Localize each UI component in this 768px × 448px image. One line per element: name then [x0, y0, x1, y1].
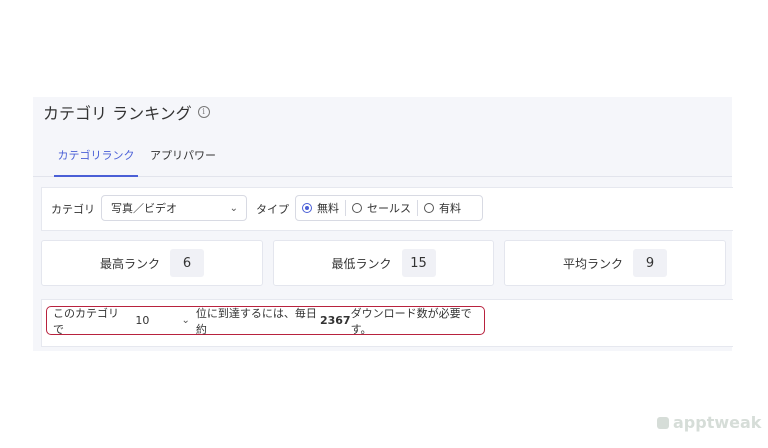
- lowest-rank-card: 最低ランク 15: [273, 240, 494, 286]
- rank-card-value: 15: [401, 249, 436, 277]
- info-icon[interactable]: i: [197, 106, 210, 118]
- filter-bar: カテゴリ 写真／ビデオ ⌄ タイプ 無料 セールス 有料: [41, 187, 733, 231]
- radio-icon[interactable]: [424, 203, 434, 213]
- tab-category-rank[interactable]: カテゴリランク: [54, 142, 138, 177]
- requirement-suffix: ダウンロード数が必要です。: [350, 306, 472, 336]
- page-title-text: カテゴリ ランキング: [43, 104, 192, 123]
- type-option-label: 有料: [439, 202, 461, 215]
- rank-card-value: 9: [633, 249, 667, 277]
- download-requirement-callout: このカテゴリで 10 ⌄ 位に到達するには、毎日約 2367 ダウンロード数が必…: [46, 306, 485, 336]
- category-select[interactable]: 写真／ビデオ ⌄: [101, 195, 247, 221]
- required-downloads: 2367: [319, 314, 351, 327]
- category-filter-label: カテゴリ: [51, 203, 95, 216]
- chevron-down-icon: ⌄: [229, 203, 238, 214]
- rank-card-label: 平均ランク: [562, 256, 623, 271]
- radio-selected-icon[interactable]: [302, 203, 312, 213]
- radio-icon[interactable]: [352, 203, 362, 213]
- highest-rank-card: 最高ランク 6: [41, 240, 263, 286]
- type-option-label: 無料: [317, 202, 339, 215]
- type-option-grossing[interactable]: セールス: [345, 200, 417, 216]
- rank-card-label: 最高ランク: [99, 256, 160, 271]
- type-option-paid[interactable]: 有料: [417, 200, 467, 216]
- category-select-value: 写真／ビデオ: [111, 202, 177, 215]
- rank-card-value: 6: [170, 249, 204, 277]
- type-filter-label: タイプ: [256, 203, 289, 216]
- rank-card-label: 最低ランク: [331, 256, 392, 271]
- type-option-label: セールス: [367, 202, 411, 215]
- target-rank-select[interactable]: 10 ⌄: [133, 311, 190, 331]
- apptweak-logo-icon: [657, 416, 669, 429]
- page-title: カテゴリ ランキング i: [43, 100, 210, 124]
- target-rank-value: 10: [135, 313, 150, 327]
- apptweak-watermark: apptweak: [657, 413, 761, 432]
- chevron-down-icon: ⌄: [181, 314, 190, 326]
- watermark-text: apptweak: [673, 413, 762, 432]
- average-rank-card: 平均ランク 9: [504, 240, 726, 286]
- tab-bar: カテゴリランク アプリパワー: [33, 142, 732, 177]
- type-option-free[interactable]: 無料: [296, 200, 345, 216]
- type-radio-group: 無料 セールス 有料: [295, 195, 483, 221]
- requirement-prefix: このカテゴリで: [53, 306, 119, 336]
- tab-app-power[interactable]: アプリパワー: [149, 142, 217, 175]
- requirement-middle: 位に到達するには、毎日約: [195, 306, 317, 336]
